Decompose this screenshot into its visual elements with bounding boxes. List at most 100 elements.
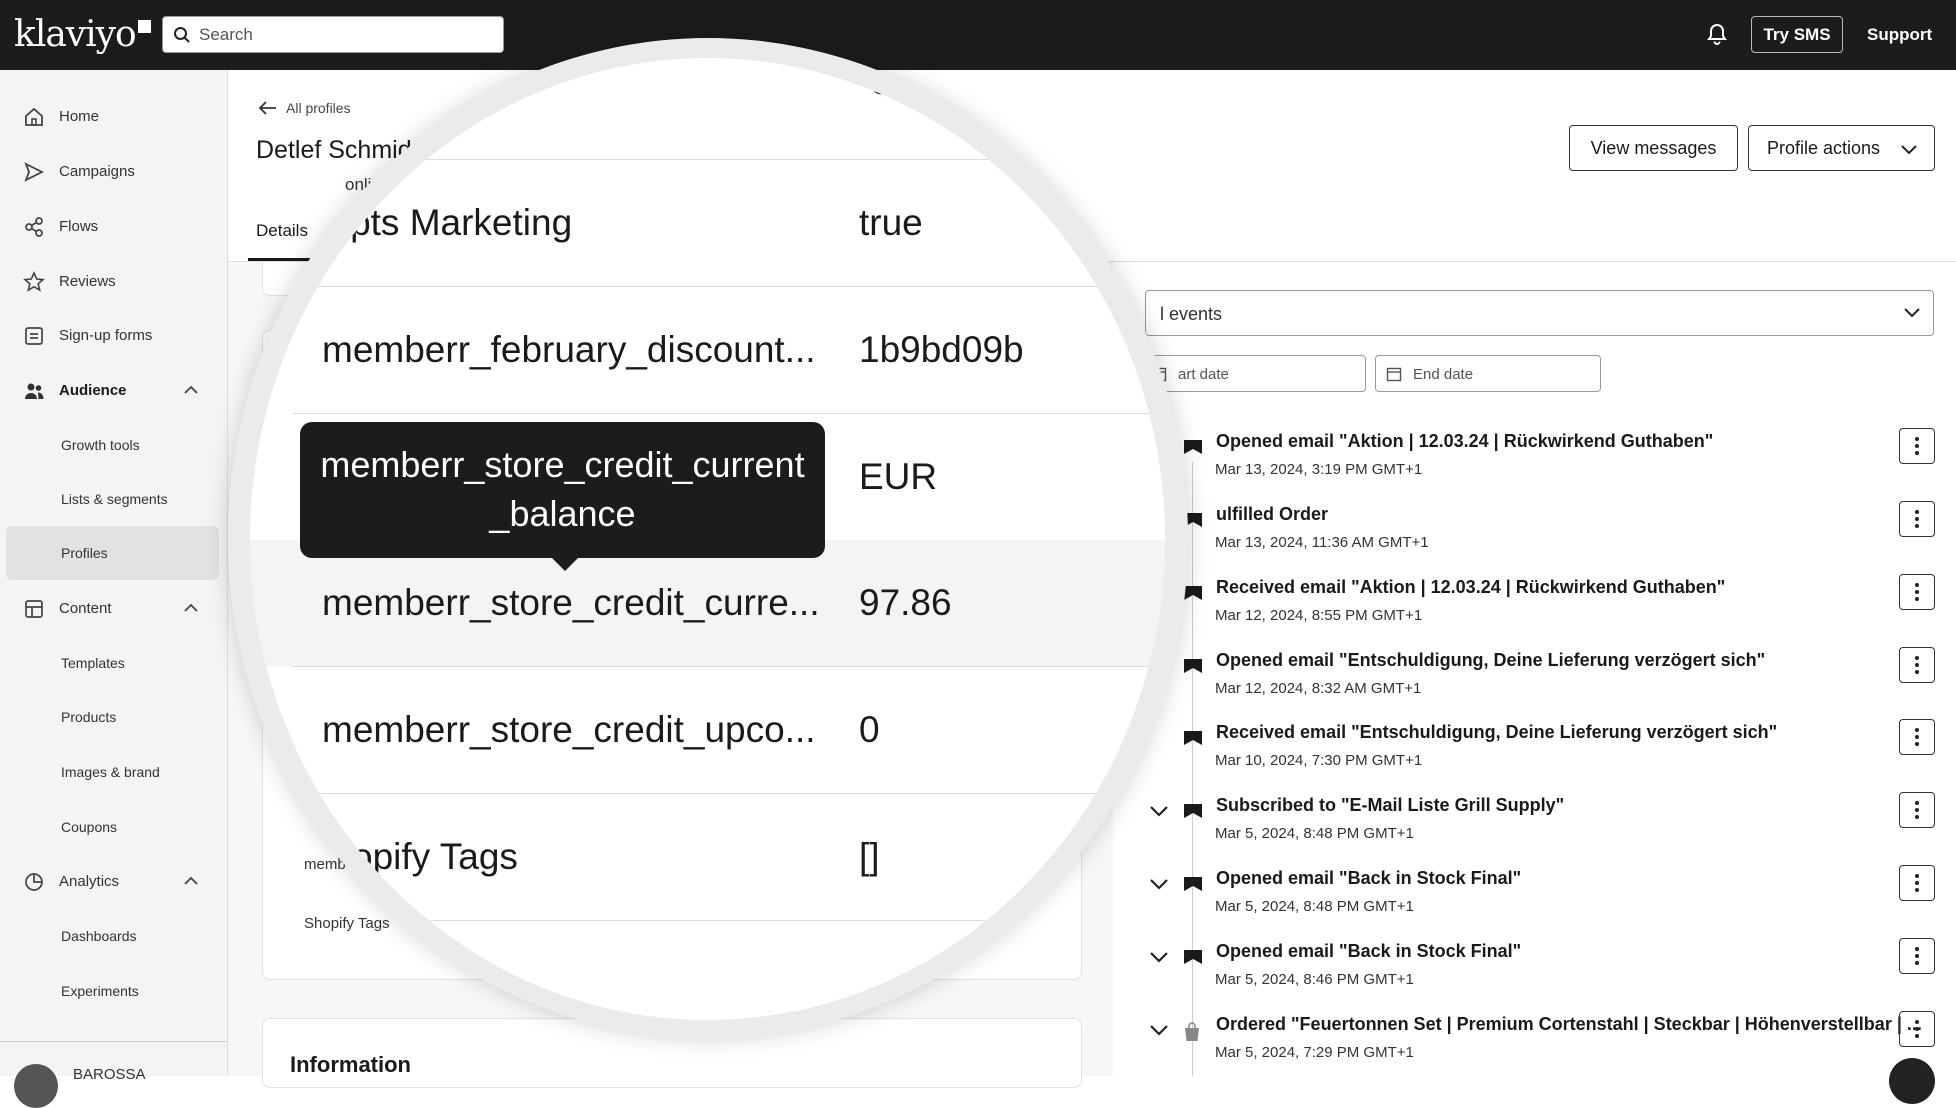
chevron-down-icon[interactable] xyxy=(1148,1022,1170,1038)
event-title: Opened email "Back in Stock Final" xyxy=(1216,868,1522,888)
sidebar-subitem-profiles[interactable]: Profiles xyxy=(6,526,219,580)
flag-icon xyxy=(1184,804,1202,818)
property-key[interactable]: memberr_store_credit_curre... xyxy=(322,582,820,624)
event-menu-button[interactable] xyxy=(1899,719,1935,755)
event-date: Mar 5, 2024, 8:46 PM GMT+1 xyxy=(1215,971,1414,988)
try-sms-button[interactable]: Try SMS xyxy=(1751,16,1843,53)
sidebar-subitem-experiments[interactable]: Experiments xyxy=(0,971,228,1011)
activity-event[interactable]: Opened email "Entschuldigung, Deine Lief… xyxy=(1140,636,1956,706)
chevron-up-icon[interactable] xyxy=(182,873,200,889)
sidebar-subitem-dashboards[interactable]: Dashboards xyxy=(0,916,228,956)
chevron-down-icon[interactable] xyxy=(1148,949,1170,965)
property-value: 0 xyxy=(859,709,880,750)
activity-event[interactable]: Ordered "Feuertonnen Set | Premium Corte… xyxy=(1140,1000,1956,1070)
event-date: Mar 5, 2024, 7:29 PM GMT+1 xyxy=(1215,1044,1414,1061)
chat-button[interactable] xyxy=(1889,1058,1935,1104)
activity-event[interactable]: Opened email "Aktion | 12.03.24 | Rückwi… xyxy=(1140,417,1956,487)
chevron-up-icon[interactable] xyxy=(182,382,200,398)
sidebar-subitem-growth-tools[interactable]: Growth tools xyxy=(0,425,228,465)
account-name: BAROSSA xyxy=(73,1066,146,1083)
property-key: opify Tags xyxy=(352,836,518,877)
search-input[interactable] xyxy=(199,23,489,47)
sidebar-item-label: Analytics xyxy=(59,872,120,890)
sidebar-subitem-label: Profiles xyxy=(61,545,108,561)
property-row-hovered[interactable]: memberr_store_credit_curre... 97.86 xyxy=(250,540,1165,667)
event-menu-button[interactable] xyxy=(1899,428,1935,464)
event-filter-select[interactable]: l events xyxy=(1145,290,1934,336)
property-key: memberr_store_credit_upco... xyxy=(322,709,816,750)
activity-event[interactable]: Received email "Entschuldigung, Deine Li… xyxy=(1140,708,1956,778)
event-title: Subscribed to "E-Mail Liste Grill Supply… xyxy=(1216,795,1565,815)
property-row[interactable]: opify Tags [] xyxy=(250,794,1165,921)
sidebar-subitem-images-brand[interactable]: Images & brand xyxy=(0,752,228,792)
audience-icon xyxy=(25,383,44,399)
property-name-tooltip: memberr_store_credit_current _balance xyxy=(300,422,825,571)
sidebar-item-flows[interactable]: Flows xyxy=(0,206,228,246)
end-date-input[interactable]: End date xyxy=(1375,355,1601,392)
sidebar-item-signup-forms[interactable]: Sign-up forms xyxy=(0,315,228,355)
sidebar-item-label: Content xyxy=(59,599,112,617)
sidebar-item-analytics[interactable]: Analytics xyxy=(0,861,228,901)
support-link[interactable]: Support xyxy=(1867,25,1932,45)
property-row[interactable]: memberr_february_discount... 1b9bd09b xyxy=(250,287,1165,414)
sidebar-item-audience[interactable]: Audience xyxy=(0,370,228,410)
sidebar-subitem-coupons[interactable]: Coupons xyxy=(0,807,228,847)
event-title: Received email "Entschuldigung, Deine Li… xyxy=(1216,722,1778,742)
event-menu-button[interactable] xyxy=(1899,938,1935,974)
kebab-icon xyxy=(1915,728,1919,746)
search-box[interactable] xyxy=(162,16,504,53)
activity-event[interactable]: Opened email "Back in Stock Final" Mar 5,… xyxy=(1140,854,1956,924)
activity-event[interactable]: Opened email "Back in Stock Final" Mar 5,… xyxy=(1140,927,1956,997)
activity-event[interactable]: ulfilled Order Mar 13, 2024, 11:36 AM GMT… xyxy=(1140,490,1956,560)
sidebar-subitem-label: Dashboards xyxy=(61,928,137,944)
sidebar-item-reviews[interactable]: Reviews xyxy=(0,261,228,301)
activity-event[interactable]: Subscribed to "E-Mail Liste Grill Supply… xyxy=(1140,781,1956,851)
sidebar: Home Campaigns Flows Reviews Sign-up for… xyxy=(0,70,228,1076)
event-date: Mar 10, 2024, 7:30 PM GMT+1 xyxy=(1215,752,1423,769)
chevron-down-icon xyxy=(1904,308,1920,318)
property-row: -5c xyxy=(250,58,1165,125)
send-icon xyxy=(24,162,45,182)
profile-actions-button[interactable]: Profile actions xyxy=(1748,125,1935,171)
event-menu-button[interactable] xyxy=(1899,501,1935,537)
event-menu-button[interactable] xyxy=(1899,647,1935,683)
event-menu-button[interactable] xyxy=(1899,792,1935,828)
magnified-properties-table: -5c cepts Marketing true memberr_februar… xyxy=(250,58,1165,1020)
event-menu-button[interactable] xyxy=(1899,1011,1935,1047)
event-menu-button[interactable] xyxy=(1899,865,1935,901)
property-key: memberr_february_discount... xyxy=(322,329,816,370)
chevron-up-icon[interactable] xyxy=(182,600,200,616)
kebab-icon xyxy=(1915,437,1919,455)
event-date: Mar 13, 2024, 11:36 AM GMT+1 xyxy=(1215,534,1429,551)
content-icon xyxy=(25,600,43,618)
event-title: Opened email "Aktion | 12.03.24 | Rückwi… xyxy=(1216,431,1714,451)
event-date: Mar 12, 2024, 8:55 PM GMT+1 xyxy=(1215,607,1423,624)
kebab-icon xyxy=(1915,510,1919,528)
event-date: Mar 13, 2024, 3:19 PM GMT+1 xyxy=(1215,461,1423,478)
sidebar-item-home[interactable]: Home xyxy=(0,96,228,136)
property-value: 1b9bd09b xyxy=(859,329,1024,370)
klaviyo-logo[interactable]: klaviyo xyxy=(14,14,151,55)
sidebar-subitem-templates[interactable]: Templates xyxy=(0,643,228,683)
sidebar-subitem-lists-segments[interactable]: Lists & segments xyxy=(0,479,228,519)
property-value: EUR xyxy=(859,456,938,497)
flag-icon xyxy=(1184,586,1202,600)
event-filter-value: l events xyxy=(1160,304,1223,324)
sidebar-item-campaigns[interactable]: Campaigns xyxy=(0,151,228,191)
event-title: Received email "Aktion | 12.03.24 | Rück… xyxy=(1216,577,1726,597)
property-row[interactable]: memberr_store_credit_upco... 0 xyxy=(250,667,1165,794)
analytics-icon xyxy=(25,873,43,891)
account-menu[interactable]: BAROSSA xyxy=(0,1041,228,1108)
tooltip-line: memberr_store_credit_current xyxy=(320,444,805,485)
home-icon xyxy=(25,107,43,126)
bell-icon[interactable] xyxy=(1706,22,1728,46)
sidebar-subitem-products[interactable]: Products xyxy=(0,697,228,737)
start-date-input[interactable]: art date xyxy=(1140,355,1366,392)
event-date: Mar 5, 2024, 8:48 PM GMT+1 xyxy=(1215,898,1414,915)
sidebar-item-content[interactable]: Content xyxy=(0,588,228,628)
property-value: [] xyxy=(859,836,880,877)
flag-icon xyxy=(1184,659,1202,673)
event-menu-button[interactable] xyxy=(1899,574,1935,610)
view-messages-button[interactable]: View messages xyxy=(1569,125,1738,171)
activity-event[interactable]: Received email "Aktion | 12.03.24 | Rück… xyxy=(1140,563,1956,633)
